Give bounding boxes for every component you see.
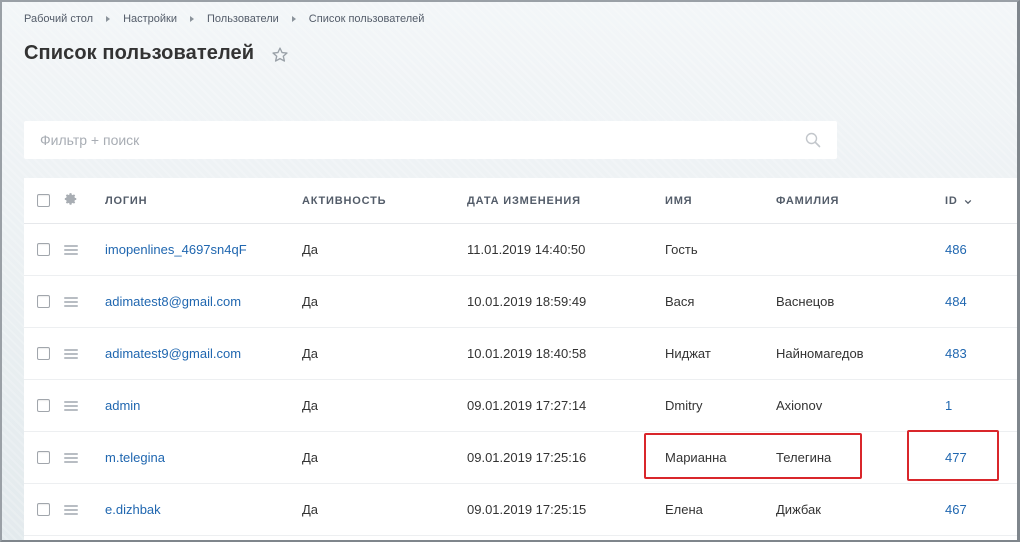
row-menu-icon[interactable] — [64, 348, 78, 359]
breadcrumb-item-settings[interactable]: Настройки — [123, 13, 177, 25]
row-last-name: Дижбак — [776, 502, 821, 517]
row-date: 11.01.2019 14:40:50 — [467, 242, 586, 257]
column-header-name[interactable]: Имя — [665, 178, 692, 223]
select-all-cell — [37, 178, 50, 223]
table-row[interactable]: m.telegina Да 09.01.2019 17:25:16 Мариан… — [24, 432, 1020, 484]
column-header-date[interactable]: Дата изменения — [467, 178, 581, 223]
search-icon[interactable] — [805, 132, 821, 148]
row-last-name: Axionov — [776, 398, 823, 413]
row-login[interactable]: m.telegina — [105, 432, 165, 483]
row-login[interactable]: adimatest9@gmail.com — [105, 328, 241, 379]
row-date: 09.01.2019 17:25:15 — [467, 502, 587, 517]
column-header-id-label: ID — [945, 194, 958, 207]
breadcrumb-item-users[interactable]: Пользователи — [207, 13, 279, 25]
row-name: Ниджат — [665, 346, 711, 361]
row-last-name: Васнецов — [776, 294, 835, 309]
row-login[interactable]: imopenlines_4697sn4qF — [105, 224, 247, 275]
row-menu-icon[interactable] — [64, 244, 78, 255]
page-title: Список пользователей — [24, 42, 255, 64]
row-menu-icon[interactable] — [64, 504, 78, 515]
table-row[interactable]: imopenlines_4697sn4qF Да 11.01.2019 14:4… — [24, 224, 1020, 276]
users-grid: Логин Активность Дата изменения Имя Фами… — [24, 178, 1020, 542]
table-row[interactable]: e.dizhbak Да 09.01.2019 17:25:15 Елена Д… — [24, 484, 1020, 536]
row-login[interactable]: admin — [105, 380, 140, 431]
row-name: Марианна — [665, 450, 727, 465]
row-last-name: Найномагедов — [776, 346, 864, 361]
row-checkbox[interactable] — [37, 347, 50, 360]
column-header-id[interactable]: ID — [945, 178, 972, 223]
row-checkbox[interactable] — [37, 503, 50, 516]
breadcrumb-item-user-list[interactable]: Список пользователей — [309, 13, 425, 25]
row-id[interactable]: 486 — [945, 224, 967, 275]
row-checkbox[interactable] — [37, 399, 50, 412]
row-active: Да — [302, 346, 319, 361]
row-active: Да — [302, 450, 319, 465]
row-name: Елена — [665, 502, 703, 517]
table-row[interactable]: admin Да 09.01.2019 17:27:14 Dmitry Axio… — [24, 380, 1020, 432]
row-login[interactable]: adimatest8@gmail.com — [105, 276, 241, 327]
row-checkbox[interactable] — [37, 243, 50, 256]
row-menu-icon[interactable] — [64, 296, 78, 307]
row-date: 10.01.2019 18:40:58 — [467, 346, 587, 361]
row-menu-icon[interactable] — [64, 400, 78, 411]
row-active: Да — [302, 242, 319, 257]
settings-cell — [64, 178, 78, 223]
row-last-name: Телегина — [776, 450, 832, 465]
select-all-checkbox[interactable] — [37, 194, 50, 207]
column-header-login[interactable]: Логин — [105, 178, 147, 223]
row-id[interactable]: 483 — [945, 328, 967, 379]
sort-chevron-down-icon — [964, 197, 972, 205]
title-row: Список пользователей — [24, 42, 289, 65]
row-active: Да — [302, 398, 319, 413]
grid-header: Логин Активность Дата изменения Имя Фами… — [24, 178, 1020, 224]
breadcrumb-item-desktop[interactable]: Рабочий стол — [24, 13, 93, 25]
column-header-active[interactable]: Активность — [302, 178, 386, 223]
row-active: Да — [302, 294, 319, 309]
filter-search-box — [24, 121, 837, 159]
breadcrumb-separator-icon — [190, 16, 194, 22]
row-menu-icon[interactable] — [64, 452, 78, 463]
star-icon[interactable] — [271, 46, 289, 64]
row-name: Вася — [665, 294, 695, 309]
breadcrumb: Рабочий стол Настройки Пользователи Спис… — [24, 13, 424, 25]
column-header-last-name[interactable]: Фамилия — [776, 178, 839, 223]
breadcrumb-separator-icon — [106, 16, 111, 22]
row-login[interactable]: e.dizhbak — [105, 484, 161, 535]
filter-search-input[interactable] — [40, 132, 780, 148]
row-date: 09.01.2019 17:27:14 — [467, 398, 587, 413]
gear-icon[interactable] — [64, 192, 78, 209]
row-name: Dmitry — [665, 398, 703, 413]
row-checkbox[interactable] — [37, 295, 50, 308]
row-name: Гость — [665, 242, 698, 257]
row-id[interactable]: 1 — [945, 380, 952, 431]
row-date: 09.01.2019 17:25:16 — [467, 450, 587, 465]
row-id[interactable]: 467 — [945, 484, 967, 535]
row-id[interactable]: 484 — [945, 276, 967, 327]
row-id[interactable]: 477 — [945, 432, 967, 483]
row-active: Да — [302, 502, 319, 517]
row-date: 10.01.2019 18:59:49 — [467, 294, 587, 309]
breadcrumb-separator-icon — [291, 16, 296, 22]
row-checkbox[interactable] — [37, 451, 50, 464]
table-row[interactable]: adimatest9@gmail.com Да 10.01.2019 18:40… — [24, 328, 1020, 380]
table-row[interactable]: adimatest8@gmail.com Да 10.01.2019 18:59… — [24, 276, 1020, 328]
